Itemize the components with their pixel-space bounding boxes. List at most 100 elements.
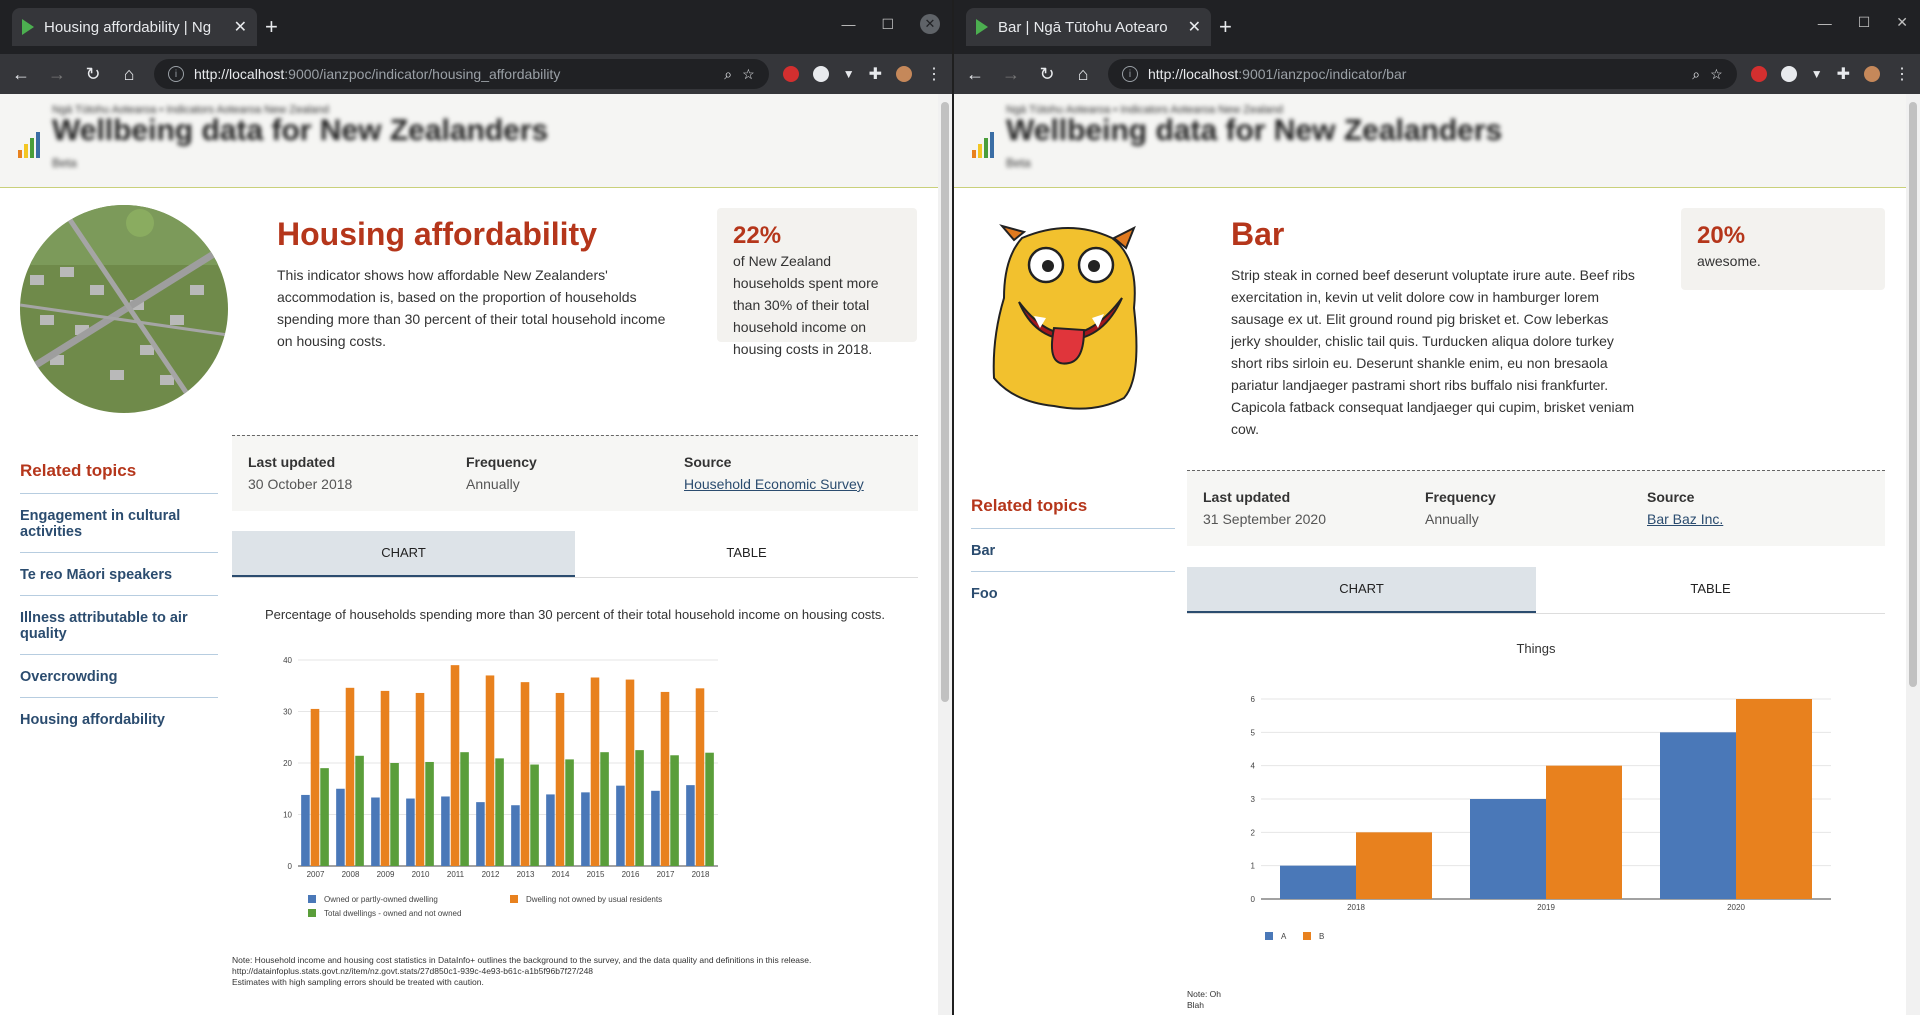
bar <box>476 802 485 866</box>
related-link[interactable]: Overcrowding <box>20 655 218 698</box>
close-window-icon[interactable]: ✕ <box>1896 14 1908 31</box>
zoom-icon[interactable]: ⌕ <box>1692 66 1700 83</box>
zoom-icon[interactable]: ⌕ <box>724 66 732 83</box>
bar <box>686 785 695 866</box>
puzzle-icon[interactable]: ✚ <box>869 64 882 84</box>
menu-icon[interactable]: ⋮ <box>926 64 942 84</box>
bar <box>406 798 415 866</box>
address-bar[interactable]: i http://localhost:9001/ianzpoc/indicato… <box>1108 59 1737 89</box>
avatar[interactable] <box>1864 66 1880 82</box>
tab-table[interactable]: TABLE <box>575 531 918 577</box>
back-icon[interactable]: ← <box>10 64 32 85</box>
tab-table[interactable]: TABLE <box>1536 567 1885 613</box>
source-link[interactable]: Bar Baz Inc. <box>1647 511 1869 527</box>
source-link[interactable]: Household Economic Survey <box>684 476 902 492</box>
bookmark-star-icon[interactable]: ☆ <box>1710 66 1723 83</box>
chart-note: Note: Household income and housing cost … <box>232 955 918 988</box>
bar <box>1660 732 1736 899</box>
y-tick-label: 5 <box>1251 728 1256 737</box>
frequency-value: Annually <box>466 476 520 492</box>
related-link[interactable]: Engagement in cultural activities <box>20 494 218 553</box>
back-icon[interactable]: ← <box>964 64 986 85</box>
bar <box>1280 865 1356 899</box>
bar <box>625 679 635 866</box>
avatar[interactable] <box>896 66 912 82</box>
last-updated-label: Last updated <box>1203 489 1291 505</box>
close-tab-icon[interactable]: ✕ <box>1188 17 1201 37</box>
reload-icon[interactable]: ↻ <box>82 64 104 85</box>
scrollbar-thumb[interactable] <box>1909 102 1917 687</box>
x-tick-label: 2013 <box>517 870 535 879</box>
related-link[interactable]: Housing affordability <box>20 698 218 740</box>
site-title[interactable]: Wellbeing data for New Zealanders <box>1006 114 1502 148</box>
bar <box>600 752 609 866</box>
minimize-icon[interactable]: — <box>1818 15 1832 31</box>
related-link[interactable]: Illness attributable to air quality <box>20 596 218 655</box>
chart-title: Things <box>1516 641 1556 656</box>
x-tick-label: 2007 <box>307 870 325 879</box>
browser-tab[interactable]: Bar | Ngā Tūtohu Aotearo ✕ <box>966 8 1211 46</box>
forward-icon[interactable]: → <box>46 64 68 85</box>
related-topics: Related topics Engagement in cultural ac… <box>20 461 218 740</box>
forward-icon[interactable]: → <box>1000 64 1022 85</box>
maximize-icon[interactable]: ☐ <box>881 16 894 33</box>
y-tick-label: 4 <box>1251 762 1256 771</box>
menu-icon[interactable]: ⋮ <box>1894 64 1910 84</box>
scrollbar-thumb[interactable] <box>941 102 949 702</box>
extension-icon[interactable] <box>1750 66 1767 82</box>
chart-things: 0 1 2 3 4 5 6 2018 2019 2020 A B <box>1251 695 1831 941</box>
new-tab-icon[interactable]: + <box>265 14 278 40</box>
bar <box>485 675 495 866</box>
y-tick-label: 2 <box>1251 828 1256 837</box>
metadata-panel: Last updated 31 September 2020 Frequency A… <box>1187 470 1885 546</box>
home-icon[interactable]: ⌂ <box>118 64 140 85</box>
legend-label: Dwelling not owned by usual residents <box>526 895 662 904</box>
y-tick-label: 10 <box>283 811 292 820</box>
source-label: Source <box>1647 489 1695 505</box>
minimize-icon[interactable]: — <box>841 16 855 32</box>
bar <box>310 708 320 866</box>
extension-icon[interactable]: ▼ <box>843 67 855 81</box>
related-link[interactable]: Foo <box>971 572 1175 614</box>
view-tabs: CHART TABLE <box>232 531 918 578</box>
close-tab-icon[interactable]: ✕ <box>234 17 247 37</box>
chart-housing-affordability: 0 10 20 30 40 2007 2008 2009 2010 2011 2012 2013 201… <box>283 656 718 918</box>
maximize-icon[interactable]: ☐ <box>1858 14 1871 31</box>
close-window-icon[interactable]: ✕ <box>920 14 940 34</box>
bar <box>1470 799 1546 899</box>
tab-chart[interactable]: CHART <box>1187 567 1536 613</box>
aerial-photo <box>20 205 228 413</box>
extension-icon[interactable] <box>782 66 799 82</box>
tab-chart[interactable]: CHART <box>232 531 575 577</box>
related-link[interactable]: Te reo Māori speakers <box>20 553 218 596</box>
x-tick-label: 2008 <box>342 870 360 879</box>
legend-swatch <box>308 895 316 903</box>
info-icon[interactable]: i <box>168 66 184 82</box>
site-title[interactable]: Wellbeing data for New Zealanders <box>52 114 548 148</box>
home-icon[interactable]: ⌂ <box>1072 64 1094 85</box>
bookmark-star-icon[interactable]: ☆ <box>742 66 755 83</box>
bar <box>380 690 390 866</box>
info-icon[interactable]: i <box>1122 66 1138 82</box>
url-host: http://localhost <box>194 66 285 82</box>
extension-icon[interactable]: ▼ <box>1811 67 1823 81</box>
bar <box>345 687 355 866</box>
new-tab-icon[interactable]: + <box>1219 14 1232 40</box>
scrollbar[interactable] <box>1906 94 1920 1015</box>
x-tick-label: 2009 <box>377 870 395 879</box>
bar <box>301 794 310 866</box>
window-controls: — ☐ ✕ <box>1818 14 1908 31</box>
legend-label: Owned or partly-owned dwelling <box>324 895 438 904</box>
scrollbar[interactable] <box>938 94 952 1015</box>
extension-icon[interactable] <box>812 66 829 82</box>
bar <box>460 752 469 866</box>
related-link[interactable]: Bar <box>971 529 1175 572</box>
puzzle-icon[interactable]: ✚ <box>1837 64 1850 84</box>
note-line: Blah <box>1187 1000 1205 1010</box>
window-controls: — ☐ ✕ <box>841 14 940 34</box>
reload-icon[interactable]: ↻ <box>1036 64 1058 85</box>
x-tick-label: 2020 <box>1727 903 1745 912</box>
browser-tab[interactable]: Housing affordability | Ng ✕ <box>12 8 257 46</box>
address-bar[interactable]: i http://localhost:9000/ianzpoc/indicato… <box>154 59 769 89</box>
extension-icon[interactable] <box>1780 66 1797 82</box>
